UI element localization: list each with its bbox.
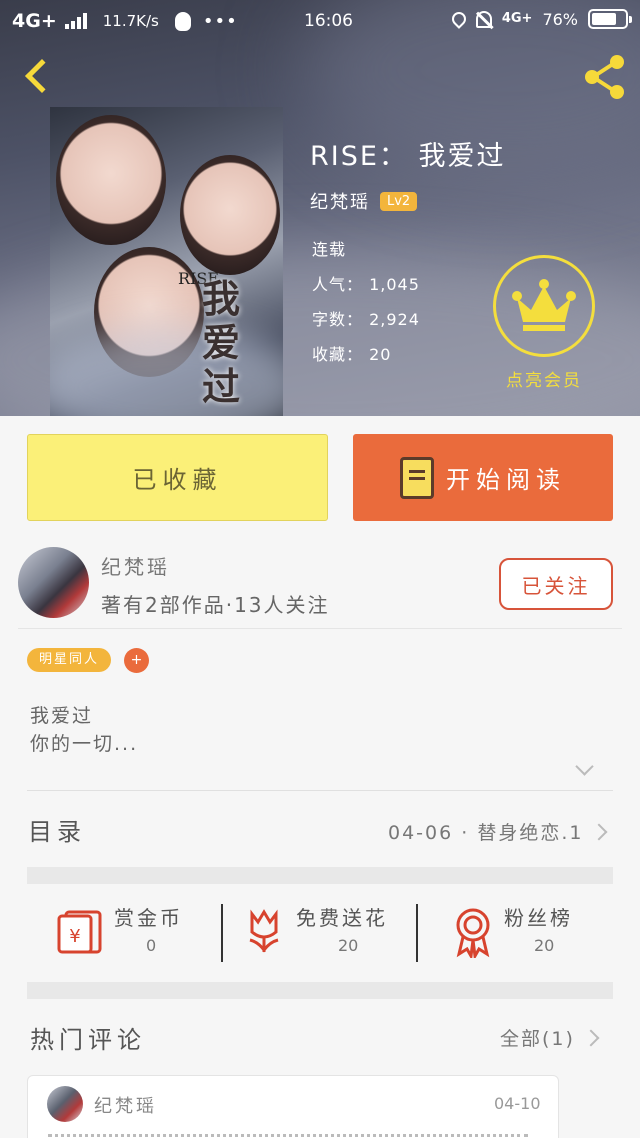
all-comments-button[interactable]: 全部(1) [500,1024,600,1051]
book-meta: 连载 人气： 1,045 字数： 2,924 收藏： 20 [312,232,420,372]
network-type: 4G+ [12,10,57,32]
book-title: RISE： 我爱过 [310,141,506,172]
battery-percent: 76% [542,9,578,29]
mute-icon [475,10,492,28]
latest-chapter-text: 04-06 · 替身绝恋.1 [388,822,584,844]
commenter-name: 纪梵瑶 [94,1096,157,1117]
follow-button[interactable]: 已关注 [499,558,613,610]
book-icon [400,456,434,499]
catalog-latest-chapter[interactable]: 04-06 · 替身绝恋.1 [388,818,608,845]
svg-text:¥: ¥ [69,926,80,947]
signal-4g-label: 4G+ [501,11,533,26]
location-icon [448,9,469,29]
divider [416,904,418,962]
section-separator [27,867,613,884]
comment-text-preview [48,1134,528,1138]
status-bar: 4G+ 11.7K/s ••• 16:06 4G+ 76% [0,0,640,42]
chevron-down-icon [575,757,594,776]
description-line: 我爱过 [30,705,94,727]
divider [27,790,613,791]
network-speed: 11.7K/s [102,12,159,30]
book-header: 4G+ 11.7K/s ••• 16:06 4G+ 76% RISE 我爱过 R… [0,0,640,416]
section-separator [27,982,613,999]
book-info: RISE： 我爱过 [310,134,506,173]
author-avatar[interactable] [18,547,89,618]
qq-icon [174,11,191,31]
add-tag-button[interactable]: + [124,648,149,673]
flower-icon [249,909,279,953]
tag-chip[interactable]: 明星同人 [27,648,112,672]
favorited-button[interactable]: 已收藏 [27,434,328,521]
send-flower-label: 免费送花 [296,906,388,930]
vip-label[interactable]: 点亮会员 [494,366,594,391]
description-line: 你的一切... [30,733,139,755]
cover-glow [50,327,283,416]
back-button[interactable] [18,56,59,100]
share-icon [585,55,624,99]
share-button[interactable] [580,52,630,102]
more-notifications: ••• [202,10,238,32]
back-arrow-icon [25,59,59,93]
catalog-label[interactable]: 目录 [28,812,86,847]
book-description: 我爱过 你的一切... [30,702,138,758]
book-popularity: 人气： 1,045 [312,275,420,294]
book-author[interactable]: 纪梵瑶 [310,188,370,214]
cover-portrait [56,115,166,245]
author-stats: 著有2部作品·13人关注 [101,593,330,617]
crown-icon [512,279,576,331]
signal-icon [64,13,87,29]
clock: 16:06 [304,11,353,31]
comment-date: 04-10 [494,1094,541,1113]
medal-icon [456,908,490,958]
fan-ranking-label: 粉丝榜 [504,906,573,930]
send-flower-value: 20 [338,936,359,955]
all-comments-label: 全部(1) [500,1028,575,1050]
expand-description-button[interactable] [574,757,596,784]
book-status: 连载 [312,240,347,259]
comment-card[interactable]: 纪梵瑶 04-10 [27,1075,559,1138]
cover-subtitle: RISE [178,269,220,288]
book-word-count: 字数： 2,924 [312,310,420,329]
start-reading-label: 开始阅读 [446,466,566,494]
start-reading-button[interactable]: 开始阅读 [353,434,613,521]
battery-icon [588,9,632,29]
chevron-right-icon [582,1029,600,1046]
author-level-badge: Lv2 [380,191,418,211]
book-cover[interactable]: RISE 我爱过 [50,107,283,416]
reward-coins-button[interactable]: ¥ 赏金币 0 [56,898,196,964]
send-flower-button[interactable]: 免费送花 20 [244,898,404,964]
book-author-row: 纪梵瑶 Lv2 [310,188,418,214]
fan-ranking-button[interactable]: 粉丝榜 20 [452,898,592,964]
author-name[interactable]: 纪梵瑶 [101,551,170,580]
cover-portrait [180,155,280,275]
vip-button[interactable] [493,255,595,357]
reward-coins-value: 0 [146,936,157,955]
red-envelope-icon: ¥ [57,910,102,954]
chevron-right-icon [590,823,608,840]
book-detail-page: 4G+ 11.7K/s ••• 16:06 4G+ 76% RISE 我爱过 R… [0,0,640,1138]
cover-title: 我爱过 [202,276,241,409]
favorited-label: 已收藏 [132,466,223,494]
follow-label: 已关注 [521,573,591,598]
hot-comments-label: 热门评论 [30,1026,146,1054]
commenter-avatar[interactable] [47,1086,83,1122]
book-favorites: 收藏： 20 [312,345,392,364]
reward-coins-label: 赏金币 [114,906,183,930]
fan-ranking-value: 20 [534,936,555,955]
divider [221,904,223,962]
divider [18,628,622,629]
